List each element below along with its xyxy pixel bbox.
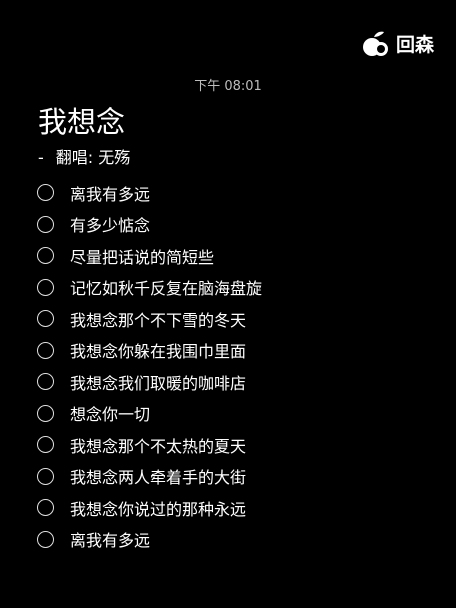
checkbox-circle-icon[interactable] [37,184,54,202]
checklist-item-text[interactable]: 我想念你躲在我围巾里面 [70,338,246,362]
watermark-text: 回森 [395,33,434,56]
checkbox-circle-icon[interactable] [37,215,54,233]
checklist-item: 我想念你说过的那种永远 [37,492,456,524]
checkbox-circle-icon[interactable] [37,310,54,328]
checklist-item: 想念你一切 [37,398,456,430]
checklist-item-text[interactable]: 离我有多远 [70,527,150,551]
checkbox-circle-icon[interactable] [37,467,54,485]
checkbox-circle-icon[interactable] [37,247,54,265]
checklist-item-text[interactable]: 想念你一切 [70,401,150,425]
checklist-item: 我想念那个不下雪的冬天 [37,303,456,335]
checkbox-circle-icon[interactable] [37,499,54,517]
checklist-item-text[interactable]: 离我有多远 [70,181,150,205]
checklist-item: 有多少惦念 [37,209,456,241]
fruit-logo-icon [362,31,388,56]
checkbox-circle-icon[interactable] [37,278,54,296]
checklist-item: 记忆如秋千反复在脑海盘旋 [37,272,456,304]
checklist-item-text[interactable]: 尽量把话说的简短些 [70,244,214,268]
subtitle-text: 翻唱: 无殇 [55,148,131,167]
checklist-item: 离我有多远 [37,177,456,209]
note-subtitle: - 翻唱: 无殇 [38,146,130,170]
checkbox-circle-icon[interactable] [37,530,54,548]
checklist-item-text[interactable]: 我想念那个不太热的夏天 [70,433,246,457]
subtitle-dash: - [38,148,44,167]
checklist: 离我有多远 有多少惦念 尽量把话说的简短些 记忆如秋千反复在脑海盘旋 我想念那个… [37,177,456,555]
checklist-item: 我想念那个不太热的夏天 [37,429,456,461]
checkbox-circle-icon[interactable] [37,404,54,422]
timestamp: 下午 08:01 [194,79,262,94]
app-watermark: 回森 [360,28,434,58]
checklist-item: 我想念两人牵着手的大街 [37,461,456,493]
checklist-item: 我想念我们取暖的咖啡店 [37,366,456,398]
checklist-item: 离我有多远 [37,524,456,556]
checkbox-circle-icon[interactable] [37,436,54,454]
checklist-item-text[interactable]: 我想念我们取暖的咖啡店 [70,370,246,394]
checklist-item-text[interactable]: 记忆如秋千反复在脑海盘旋 [70,275,262,299]
note-title[interactable]: 我想念 [38,102,125,142]
checkbox-circle-icon[interactable] [37,341,54,359]
checklist-item: 我想念你躲在我围巾里面 [37,335,456,367]
checklist-item-text[interactable]: 我想念那个不下雪的冬天 [70,307,246,331]
checklist-item-text[interactable]: 我想念两人牵着手的大街 [70,464,246,488]
checkbox-circle-icon[interactable] [37,373,54,391]
checklist-item-text[interactable]: 有多少惦念 [70,212,150,236]
checklist-item: 尽量把话说的简短些 [37,240,456,272]
checklist-item-text[interactable]: 我想念你说过的那种永远 [70,496,246,520]
